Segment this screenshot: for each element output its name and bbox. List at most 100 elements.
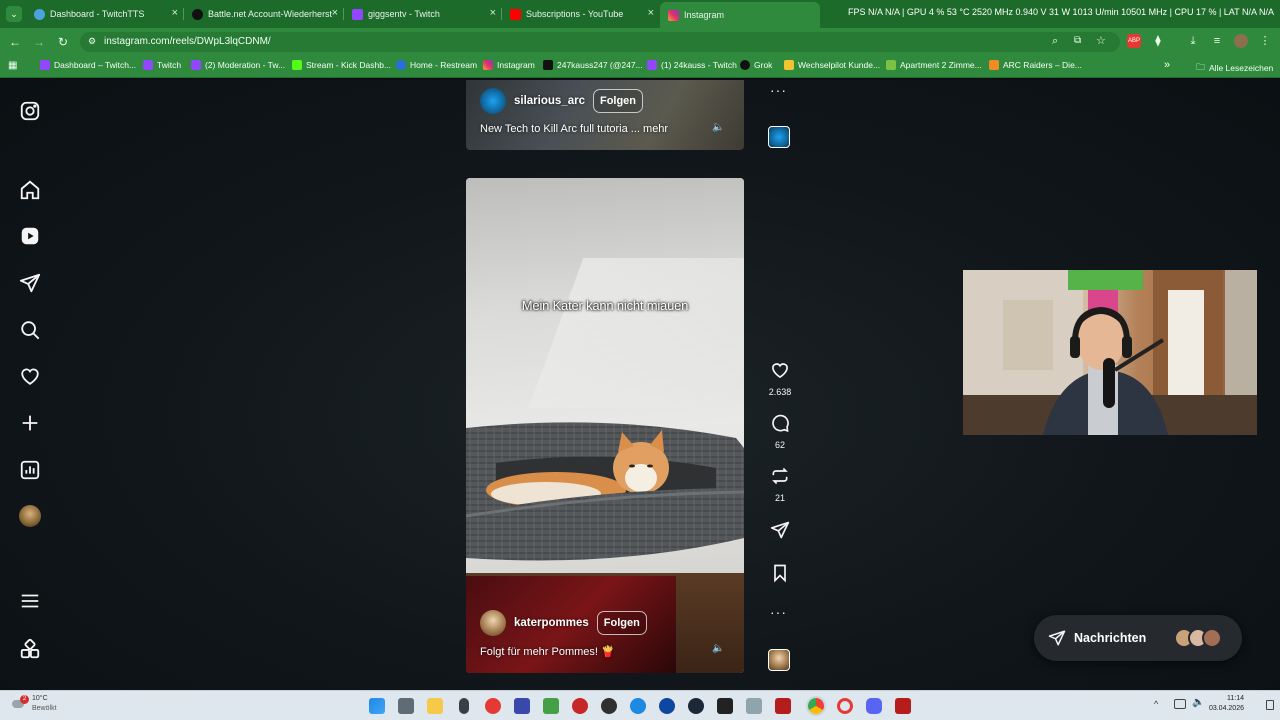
reading-list-icon[interactable]: ≡	[1210, 34, 1224, 48]
notifications-heart-icon[interactable]	[19, 365, 41, 387]
bookmark-item[interactable]: (1) 24kauss - Twitch	[647, 60, 737, 70]
messages-button[interactable]: Nachrichten	[1034, 615, 1242, 661]
app-blue-circle-icon[interactable]	[630, 698, 646, 714]
calculator-icon[interactable]	[398, 698, 414, 714]
profile-avatar[interactable]	[19, 505, 41, 527]
reel-more-options[interactable]: ···	[770, 604, 787, 620]
app-red-icon[interactable]	[572, 698, 588, 714]
bookmark-item[interactable]: Stream - Kick Dashb...	[292, 60, 391, 70]
search-icon[interactable]	[19, 319, 41, 341]
steam-icon[interactable]	[688, 698, 704, 714]
tab-giggsentv-twitch[interactable]: giggsentv - Twitch ×	[344, 4, 500, 24]
author-avatar[interactable]	[480, 610, 506, 636]
more-menu-icon[interactable]	[19, 590, 41, 612]
bookmark-item[interactable]: Dashboard – Twitch...	[40, 60, 136, 70]
close-icon[interactable]: ×	[648, 7, 654, 19]
bookmark-item[interactable]: Twitch	[143, 60, 181, 70]
mute-icon[interactable]: 🔈	[712, 643, 724, 655]
browser-menu-icon[interactable]: ⋮	[1258, 34, 1272, 48]
extensions-icon[interactable]: ⧫	[1151, 34, 1165, 48]
tray-overflow-icon[interactable]: ^	[1154, 699, 1158, 709]
repost-button[interactable]: 21	[768, 466, 792, 503]
bookmarks-overflow-button[interactable]: »	[1164, 59, 1170, 71]
app-red-box-icon[interactable]	[775, 698, 791, 714]
forward-button[interactable]: →	[31, 34, 47, 50]
bookmark-item[interactable]: (2) Moderation - Tw...	[191, 60, 285, 70]
reel-audio-thumbnail[interactable]	[768, 649, 790, 671]
like-button[interactable]: 2.638	[768, 360, 792, 397]
mouse-software-icon[interactable]	[459, 698, 469, 714]
weather-widget[interactable]: 2 10°C Bewölkt	[10, 695, 70, 717]
site-info-icon[interactable]: ⚙	[88, 36, 96, 47]
reel-previous[interactable]: silarious_arc Folgen New Tech to Kill Ar…	[466, 80, 744, 150]
system-clock[interactable]: 11:14 03.04.2026	[1209, 694, 1244, 714]
reel-previous-audio-thumbnail[interactable]	[768, 126, 790, 148]
app-red-bolt-icon[interactable]	[485, 698, 501, 714]
discord-icon[interactable]	[866, 698, 882, 714]
tab-twitchtts-dashboard[interactable]: Dashboard - TwitchTTS ×	[26, 4, 182, 24]
reels-icon[interactable]	[19, 225, 41, 247]
opera-icon[interactable]	[837, 698, 853, 714]
share-icon	[770, 521, 790, 539]
tab-battlenet[interactable]: Battle.net Account-Wiederherst ×	[184, 4, 342, 24]
close-icon[interactable]: ×	[172, 7, 178, 19]
battlenet-icon[interactable]	[659, 698, 675, 714]
save-button[interactable]	[768, 563, 792, 588]
close-icon[interactable]: ×	[332, 7, 338, 19]
file-explorer-icon[interactable]	[427, 698, 443, 714]
reel-caption[interactable]: New Tech to Kill Arc full tutoria ... me…	[480, 123, 668, 135]
direct-messages-icon[interactable]	[19, 272, 41, 294]
notification-center-icon[interactable]	[1266, 700, 1274, 710]
dashboard-chart-icon[interactable]	[19, 459, 41, 481]
profile-avatar[interactable]	[1234, 34, 1248, 48]
back-button[interactable]: ←	[7, 34, 23, 50]
obs-icon[interactable]	[601, 698, 617, 714]
comment-button[interactable]: 62	[768, 413, 792, 450]
reload-button[interactable]: ↻	[55, 34, 71, 50]
bookmark-item[interactable]: Home - Restream	[396, 60, 477, 70]
instagram-logo-icon[interactable]	[19, 100, 41, 122]
reel-current[interactable]: Mein Kater kann nicht miauen katerpommes…	[466, 178, 744, 673]
apps-grid-icon[interactable]: ▦	[8, 60, 17, 71]
webcam-image	[963, 270, 1257, 435]
reel-caption[interactable]: Folgt für mehr Pommes! 🍟	[480, 645, 615, 658]
app-layers-icon[interactable]	[543, 698, 559, 714]
author-username[interactable]: silarious_arc	[514, 95, 585, 107]
volume-icon[interactable]: 🔈	[1192, 697, 1204, 708]
bookmark-item[interactable]: Apartment 2 Zimme...	[886, 60, 982, 70]
epic-games-icon[interactable]	[717, 698, 733, 714]
author-username[interactable]: katerpommes	[514, 617, 589, 629]
reel-previous-more-options[interactable]: ···	[770, 82, 787, 98]
app-red-box-icon-2[interactable]	[895, 698, 911, 714]
app-v-icon[interactable]	[514, 698, 530, 714]
omnibox[interactable]: ⚙ instagram.com/reels/DWpL3lqCDNM/ ⌕ ⧉ ☆	[80, 32, 1120, 52]
download-icon[interactable]: ⤓	[1186, 34, 1200, 48]
share-button[interactable]	[768, 520, 792, 545]
bookmark-item[interactable]: Wechselpilot Kunde...	[784, 60, 880, 70]
network-icon[interactable]	[1174, 699, 1186, 709]
home-icon[interactable]	[19, 179, 41, 201]
start-windows-icon[interactable]	[369, 698, 385, 714]
clock-time: 11:14	[1227, 695, 1244, 702]
tab-instagram[interactable]: Instagram	[660, 2, 820, 28]
mute-icon[interactable]: 🔈	[712, 122, 724, 134]
follow-button[interactable]: Folgen	[596, 611, 647, 635]
adblock-extension-icon[interactable]: ABP	[1127, 34, 1141, 48]
bookmark-item[interactable]: ARC Raiders – Die...	[989, 60, 1082, 70]
tab-list-dropdown-button[interactable]: ⌄	[6, 6, 22, 22]
create-plus-icon[interactable]	[19, 412, 41, 434]
all-bookmarks-folder[interactable]: 🗀 Alle Lesezeichen	[1196, 60, 1273, 76]
bookmark-item[interactable]: 247kauss247 (@247...	[543, 60, 643, 70]
author-avatar[interactable]	[480, 88, 506, 114]
follow-button[interactable]: Folgen	[592, 89, 644, 113]
chrome-icon[interactable]	[808, 698, 824, 714]
install-app-icon[interactable]: ⧉	[1074, 35, 1081, 46]
bookmark-item[interactable]: Instagram	[483, 60, 535, 70]
zoom-icon[interactable]: ⌕	[1052, 35, 1058, 48]
bookmark-item[interactable]: Grok	[740, 60, 772, 70]
also-from-meta-icon[interactable]	[19, 638, 41, 660]
app-grey-icon[interactable]	[746, 698, 762, 714]
bookmark-star-icon[interactable]: ☆	[1096, 34, 1106, 47]
tab-youtube-subscriptions[interactable]: Subscriptions - YouTube ×	[502, 4, 658, 24]
close-icon[interactable]: ×	[490, 7, 496, 19]
